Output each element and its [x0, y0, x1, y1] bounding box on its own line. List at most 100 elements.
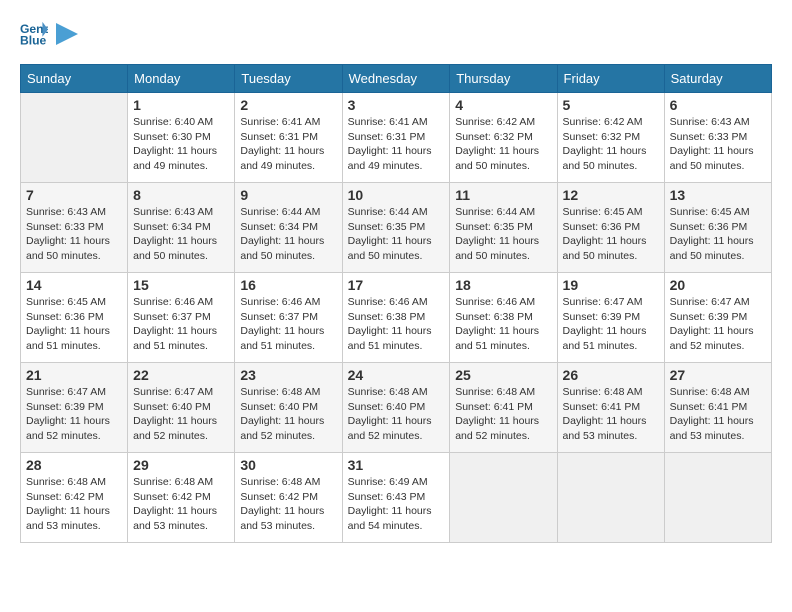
calendar-cell: 5Sunrise: 6:42 AMSunset: 6:32 PMDaylight… [557, 93, 664, 183]
day-number: 7 [26, 187, 122, 203]
day-info: Sunrise: 6:44 AMSunset: 6:35 PMDaylight:… [348, 205, 445, 264]
calendar-cell [21, 93, 128, 183]
weekday-header-sunday: Sunday [21, 65, 128, 93]
day-info: Sunrise: 6:45 AMSunset: 6:36 PMDaylight:… [26, 295, 122, 354]
weekday-header-tuesday: Tuesday [235, 65, 342, 93]
calendar-cell: 1 Sunrise: 6:40 AMSunset: 6:30 PMDaylight… [128, 93, 235, 183]
day-info: Sunrise: 6:45 AMSunset: 6:36 PMDaylight:… [563, 205, 659, 264]
day-number: 11 [455, 187, 551, 203]
weekday-header-friday: Friday [557, 65, 664, 93]
calendar-cell: 20Sunrise: 6:47 AMSunset: 6:39 PMDayligh… [664, 273, 771, 363]
day-info: Sunrise: 6:46 AMSunset: 6:37 PMDaylight:… [133, 295, 229, 354]
calendar-cell: 27 Sunrise: 6:48 AMSunset: 6:41 PMDayligh… [664, 363, 771, 453]
day-info: Sunrise: 6:47 AMSunset: 6:40 PMDaylight:… [133, 385, 229, 444]
day-number: 18 [455, 277, 551, 293]
calendar-cell: 11Sunrise: 6:44 AMSunset: 6:35 PMDayligh… [450, 183, 557, 273]
day-info: Sunrise: 6:48 AMSunset: 6:40 PMDaylight:… [348, 385, 445, 444]
calendar-cell: 10 Sunrise: 6:44 AMSunset: 6:35 PMDayligh… [342, 183, 450, 273]
day-info: Sunrise: 6:42 AMSunset: 6:32 PMDaylight:… [455, 115, 551, 174]
day-info: Sunrise: 6:44 AMSunset: 6:34 PMDaylight:… [240, 205, 336, 264]
calendar-cell: 26Sunrise: 6:48 AMSunset: 6:41 PMDayligh… [557, 363, 664, 453]
calendar-body: 1 Sunrise: 6:40 AMSunset: 6:30 PMDaylight… [21, 93, 772, 543]
calendar-cell: 28Sunrise: 6:48 AMSunset: 6:42 PMDayligh… [21, 453, 128, 543]
day-info: Sunrise: 6:45 AMSunset: 6:36 PMDaylight:… [670, 205, 766, 264]
day-info: Sunrise: 6:47 AMSunset: 6:39 PMDaylight:… [670, 295, 766, 354]
day-number: 30 [240, 457, 336, 473]
calendar-cell: 14 Sunrise: 6:45 AMSunset: 6:36 PMDayligh… [21, 273, 128, 363]
week-row-3: 14 Sunrise: 6:45 AMSunset: 6:36 PMDayligh… [21, 273, 772, 363]
logo-arrow-icon [56, 23, 78, 45]
calendar-cell: 18 Sunrise: 6:46 AMSunset: 6:38 PMDayligh… [450, 273, 557, 363]
calendar-cell: 23 Sunrise: 6:48 AMSunset: 6:40 PMDayligh… [235, 363, 342, 453]
day-number: 14 [26, 277, 122, 293]
day-number: 12 [563, 187, 659, 203]
calendar-cell: 13 Sunrise: 6:45 AMSunset: 6:36 PMDayligh… [664, 183, 771, 273]
day-number: 28 [26, 457, 122, 473]
week-row-1: 1 Sunrise: 6:40 AMSunset: 6:30 PMDaylight… [21, 93, 772, 183]
day-number: 2 [240, 97, 336, 113]
weekday-header-wednesday: Wednesday [342, 65, 450, 93]
day-number: 9 [240, 187, 336, 203]
calendar-cell [557, 453, 664, 543]
calendar-cell [450, 453, 557, 543]
weekday-header-row: SundayMondayTuesdayWednesdayThursdayFrid… [21, 65, 772, 93]
day-info: Sunrise: 6:46 AMSunset: 6:38 PMDaylight:… [455, 295, 551, 354]
calendar-cell: 4 Sunrise: 6:42 AMSunset: 6:32 PMDaylight… [450, 93, 557, 183]
day-info: Sunrise: 6:43 AMSunset: 6:33 PMDaylight:… [670, 115, 766, 174]
calendar-cell: 15 Sunrise: 6:46 AMSunset: 6:37 PMDayligh… [128, 273, 235, 363]
day-number: 25 [455, 367, 551, 383]
day-info: Sunrise: 6:47 AMSunset: 6:39 PMDaylight:… [26, 385, 122, 444]
day-info: Sunrise: 6:41 AMSunset: 6:31 PMDaylight:… [348, 115, 445, 174]
page-header: General Blue [20, 20, 772, 48]
calendar-cell: 17Sunrise: 6:46 AMSunset: 6:38 PMDayligh… [342, 273, 450, 363]
calendar-cell: 21 Sunrise: 6:47 AMSunset: 6:39 PMDayligh… [21, 363, 128, 453]
day-info: Sunrise: 6:46 AMSunset: 6:38 PMDaylight:… [348, 295, 445, 354]
calendar-cell: 19 Sunrise: 6:47 AMSunset: 6:39 PMDayligh… [557, 273, 664, 363]
calendar-cell: 7 Sunrise: 6:43 AMSunset: 6:33 PMDaylight… [21, 183, 128, 273]
weekday-header-thursday: Thursday [450, 65, 557, 93]
day-number: 10 [348, 187, 445, 203]
calendar-cell: 29Sunrise: 6:48 AMSunset: 6:42 PMDayligh… [128, 453, 235, 543]
day-info: Sunrise: 6:48 AMSunset: 6:40 PMDaylight:… [240, 385, 336, 444]
day-number: 6 [670, 97, 766, 113]
calendar-cell: 9 Sunrise: 6:44 AMSunset: 6:34 PMDaylight… [235, 183, 342, 273]
calendar-cell: 24 Sunrise: 6:48 AMSunset: 6:40 PMDayligh… [342, 363, 450, 453]
day-number: 21 [26, 367, 122, 383]
day-number: 26 [563, 367, 659, 383]
day-info: Sunrise: 6:47 AMSunset: 6:39 PMDaylight:… [563, 295, 659, 354]
calendar-cell: 25 Sunrise: 6:48 AMSunset: 6:41 PMDayligh… [450, 363, 557, 453]
day-info: Sunrise: 6:40 AMSunset: 6:30 PMDaylight:… [133, 115, 229, 174]
day-number: 31 [348, 457, 445, 473]
day-info: Sunrise: 6:41 AMSunset: 6:31 PMDaylight:… [240, 115, 336, 174]
calendar-cell: 8Sunrise: 6:43 AMSunset: 6:34 PMDaylight… [128, 183, 235, 273]
day-number: 23 [240, 367, 336, 383]
day-number: 22 [133, 367, 229, 383]
day-number: 3 [348, 97, 445, 113]
day-number: 1 [133, 97, 229, 113]
day-info: Sunrise: 6:49 AMSunset: 6:43 PMDaylight:… [348, 475, 445, 534]
calendar-header: SundayMondayTuesdayWednesdayThursdayFrid… [21, 65, 772, 93]
calendar-cell: 16 Sunrise: 6:46 AMSunset: 6:37 PMDayligh… [235, 273, 342, 363]
day-info: Sunrise: 6:42 AMSunset: 6:32 PMDaylight:… [563, 115, 659, 174]
week-row-4: 21 Sunrise: 6:47 AMSunset: 6:39 PMDayligh… [21, 363, 772, 453]
day-number: 19 [563, 277, 659, 293]
calendar-cell: 22 Sunrise: 6:47 AMSunset: 6:40 PMDayligh… [128, 363, 235, 453]
day-info: Sunrise: 6:48 AMSunset: 6:42 PMDaylight:… [240, 475, 336, 534]
calendar-cell: 30 Sunrise: 6:48 AMSunset: 6:42 PMDayligh… [235, 453, 342, 543]
calendar-cell: 6 Sunrise: 6:43 AMSunset: 6:33 PMDaylight… [664, 93, 771, 183]
weekday-header-monday: Monday [128, 65, 235, 93]
day-number: 13 [670, 187, 766, 203]
calendar-cell: 3 Sunrise: 6:41 AMSunset: 6:31 PMDaylight… [342, 93, 450, 183]
day-number: 15 [133, 277, 229, 293]
day-number: 27 [670, 367, 766, 383]
week-row-2: 7 Sunrise: 6:43 AMSunset: 6:33 PMDaylight… [21, 183, 772, 273]
day-info: Sunrise: 6:48 AMSunset: 6:41 PMDaylight:… [455, 385, 551, 444]
calendar-cell: 2 Sunrise: 6:41 AMSunset: 6:31 PMDaylight… [235, 93, 342, 183]
logo-icon: General Blue [20, 20, 48, 48]
day-info: Sunrise: 6:43 AMSunset: 6:33 PMDaylight:… [26, 205, 122, 264]
day-number: 24 [348, 367, 445, 383]
day-number: 16 [240, 277, 336, 293]
day-info: Sunrise: 6:46 AMSunset: 6:37 PMDaylight:… [240, 295, 336, 354]
day-info: Sunrise: 6:48 AMSunset: 6:41 PMDaylight:… [670, 385, 766, 444]
day-number: 4 [455, 97, 551, 113]
